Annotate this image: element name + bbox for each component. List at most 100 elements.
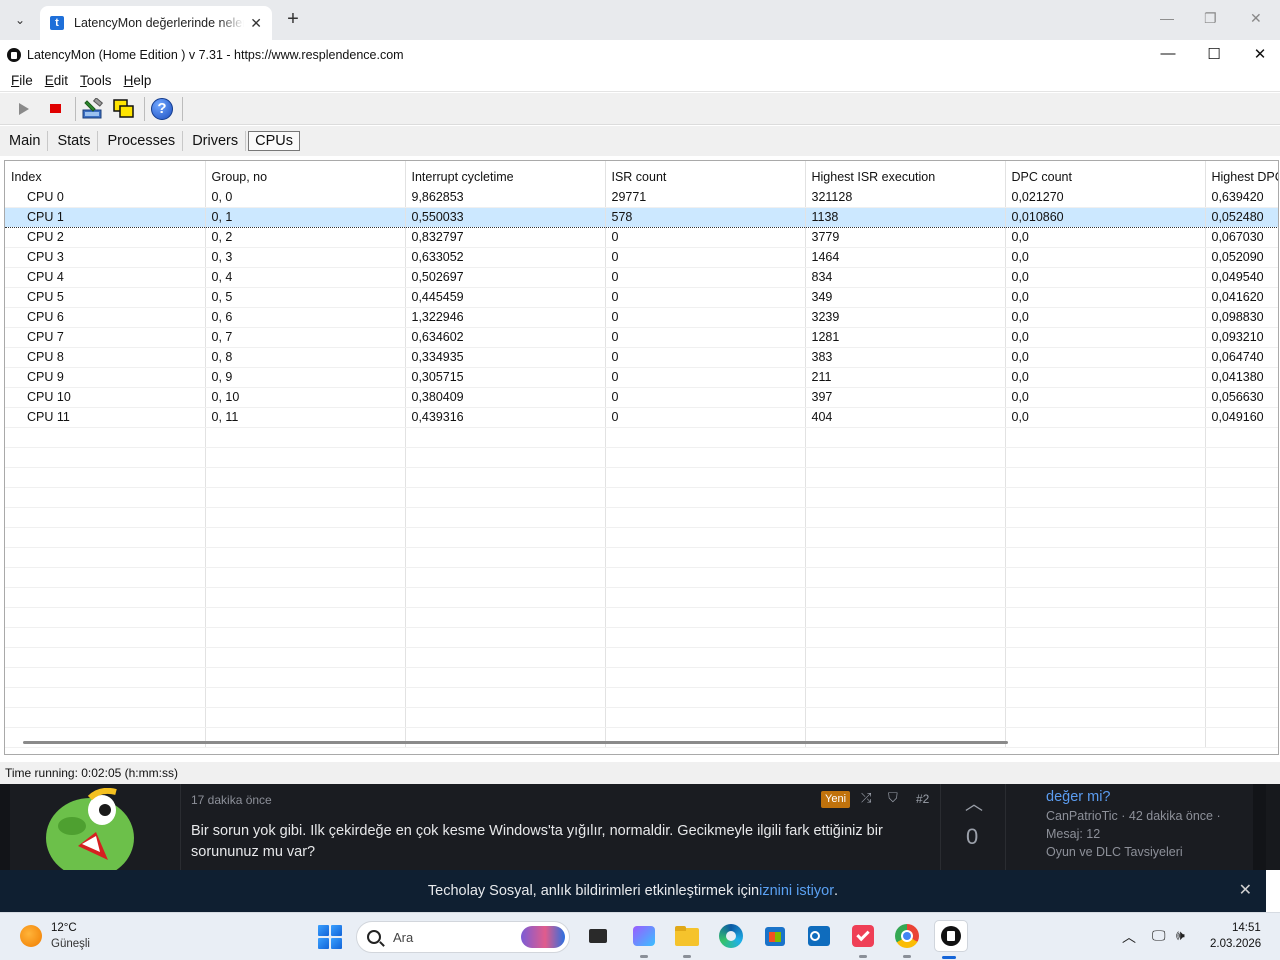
table-row[interactable]: CPU 9 0, 9 0,305715 0 211 0,0 0,041380 [5, 367, 1278, 388]
menu-file[interactable]: File [5, 73, 39, 88]
taskbar-search-box[interactable]: Ara [356, 921, 570, 953]
table-cell: 0,633052 [405, 247, 606, 268]
view-tabs: Main Stats Processes Drivers CPUs [0, 126, 1280, 156]
pocket-app-icon[interactable] [849, 922, 877, 958]
permission-link[interactable]: iznini istiyor [759, 883, 834, 899]
menu-tools[interactable]: Tools [74, 73, 118, 88]
task-view-icon[interactable] [584, 922, 612, 950]
menu-edit[interactable]: Edit [39, 73, 74, 88]
app-maximize-button[interactable]: ☐ [1204, 45, 1224, 63]
column-header[interactable]: Interrupt cycletime [405, 161, 606, 187]
table-row[interactable]: CPU 3 0, 3 0,633052 0 1464 0,0 0,052090 [5, 247, 1278, 268]
table-row[interactable]: CPU 0 0, 0 9,862853 29771 321128 0,021270 0,63… [5, 187, 1278, 208]
tab-main[interactable]: Main [2, 131, 49, 151]
table-row[interactable]: CPU 1 0, 1 0,550033 578 1138 0,010860 0,052480 [5, 206, 1278, 228]
table-cell: 0, 6 [205, 307, 406, 328]
empty-cell [5, 427, 206, 448]
edge-browser-icon[interactable] [717, 922, 745, 950]
stop-monitor-button[interactable] [41, 96, 69, 122]
table-row[interactable]: CPU 8 0, 8 0,334935 0 383 0,0 0,064740 [5, 347, 1278, 368]
start-windows-icon[interactable] [318, 925, 342, 949]
table-cell: CPU 8 [5, 347, 206, 368]
empty-cell [805, 467, 1006, 488]
tray-overflow-chevron-icon[interactable]: ︿ [1122, 927, 1136, 947]
start-monitor-button[interactable] [10, 96, 38, 122]
close-banner-icon[interactable]: ✕ [1239, 880, 1252, 900]
table-cell: 0,0 [1005, 287, 1206, 308]
empty-cell [205, 447, 406, 468]
tab-drivers[interactable]: Drivers [185, 131, 247, 151]
weather-description[interactable]: Güneşli [51, 938, 90, 950]
share-icon[interactable]: ⤮ [861, 790, 871, 806]
empty-cell [605, 527, 806, 548]
close-tab-icon[interactable]: ✕ [250, 15, 262, 32]
tab-processes[interactable]: Processes [100, 131, 184, 151]
column-header[interactable]: Index [5, 161, 206, 187]
column-header[interactable]: Group, no [205, 161, 406, 187]
empty-cell [205, 687, 406, 708]
table-row[interactable]: CPU 4 0, 4 0,502697 0 834 0,0 0,049540 [5, 267, 1278, 288]
column-header[interactable]: Highest DPC execution [1205, 161, 1278, 187]
column-header[interactable]: ISR count [605, 161, 806, 187]
browser-close-button[interactable]: ✕ [1250, 10, 1262, 27]
empty-cell [405, 527, 606, 548]
table-row[interactable]: CPU 5 0, 5 0,445459 0 349 0,0 0,041620 [5, 287, 1278, 308]
column-header[interactable]: Highest ISR execution [805, 161, 1006, 187]
horizontal-scrollbar[interactable] [23, 741, 1008, 744]
toolbar-separator [182, 96, 183, 121]
table-cell: 0,041380 [1205, 367, 1278, 388]
clock-date[interactable]: 2.03.2026 [1210, 938, 1261, 950]
microsoft-store-icon[interactable] [761, 922, 789, 950]
table-row[interactable]: CPU 11 0, 11 0,439316 0 404 0,0 0,049160 [5, 407, 1278, 428]
empty-cell [405, 507, 606, 528]
browser-tab[interactable]: t LatencyMon değerlerinde nelere ✕ [40, 6, 272, 40]
options-button[interactable] [79, 96, 107, 122]
windows-button[interactable] [110, 96, 138, 122]
empty-cell [605, 547, 806, 568]
new-tab-button[interactable]: + [282, 8, 304, 30]
table-row[interactable]: CPU 2 0, 2 0,832797 0 3779 0,0 0,067030 [5, 227, 1278, 248]
bookmark-icon[interactable]: ⛉ [888, 790, 898, 806]
tab-list-dropdown[interactable]: ⌄ [8, 8, 32, 32]
tab-stats[interactable]: Stats [50, 131, 99, 151]
network-icon[interactable]: 🖵 [1152, 927, 1166, 944]
file-explorer-icon[interactable] [673, 922, 701, 958]
weather-temperature[interactable]: 12°C [51, 922, 77, 934]
browser-minimize-button[interactable]: — [1160, 10, 1174, 26]
upvote-icon[interactable]: ︿ [965, 790, 983, 816]
clock-time[interactable]: 14:51 [1232, 922, 1261, 934]
outlook-icon[interactable] [805, 922, 833, 950]
browser-tab-title: LatencyMon değerlerinde nelere [74, 16, 245, 30]
latencymon-taskbar-icon[interactable] [934, 920, 968, 959]
app-close-button[interactable]: ✕ [1250, 45, 1270, 63]
thread-title-link[interactable]: değer mi? [1046, 789, 1110, 805]
table-cell: CPU 4 [5, 267, 206, 288]
volume-icon[interactable]: 🕪 [1176, 927, 1185, 944]
table-cell: CPU 5 [5, 287, 206, 308]
table-cell: CPU 9 [5, 367, 206, 388]
help-button[interactable]: ? [148, 96, 176, 122]
app-minimize-button[interactable]: — [1158, 45, 1178, 62]
table-row[interactable]: CPU 7 0, 7 0,634602 0 1281 0,0 0,093210 [5, 327, 1278, 348]
cpu-grid[interactable]: Index Group, no Interrupt cycletime ISR cou… [4, 160, 1279, 755]
search-icon [367, 930, 381, 944]
table-cell: CPU 11 [5, 407, 206, 428]
table-cell: 1464 [805, 247, 1006, 268]
chrome-browser-icon[interactable] [893, 922, 921, 958]
empty-cell [605, 607, 806, 628]
table-row[interactable]: CPU 6 0, 6 1,322946 0 3239 0,0 0,098830 [5, 307, 1278, 328]
table-cell: 0, 9 [205, 367, 406, 388]
menu-help[interactable]: Help [118, 73, 158, 88]
empty-cell [1005, 607, 1206, 628]
post-number[interactable]: #2 [916, 792, 929, 806]
sun-icon[interactable] [20, 925, 42, 947]
msi-app-icon[interactable] [630, 922, 658, 958]
help-icon: ? [151, 97, 173, 120]
tab-cpus[interactable]: CPUs [248, 131, 300, 151]
banner-text: Techolay Sosyal, anlık bildirimleri etki… [427, 883, 760, 899]
page-scrollbar[interactable] [1266, 784, 1280, 870]
table-row[interactable]: CPU 10 0, 10 0,380409 0 397 0,0 0,056630 [5, 387, 1278, 408]
browser-restore-button[interactable]: ❐ [1204, 10, 1217, 27]
column-header[interactable]: DPC count [1005, 161, 1206, 187]
stop-icon [49, 104, 61, 113]
